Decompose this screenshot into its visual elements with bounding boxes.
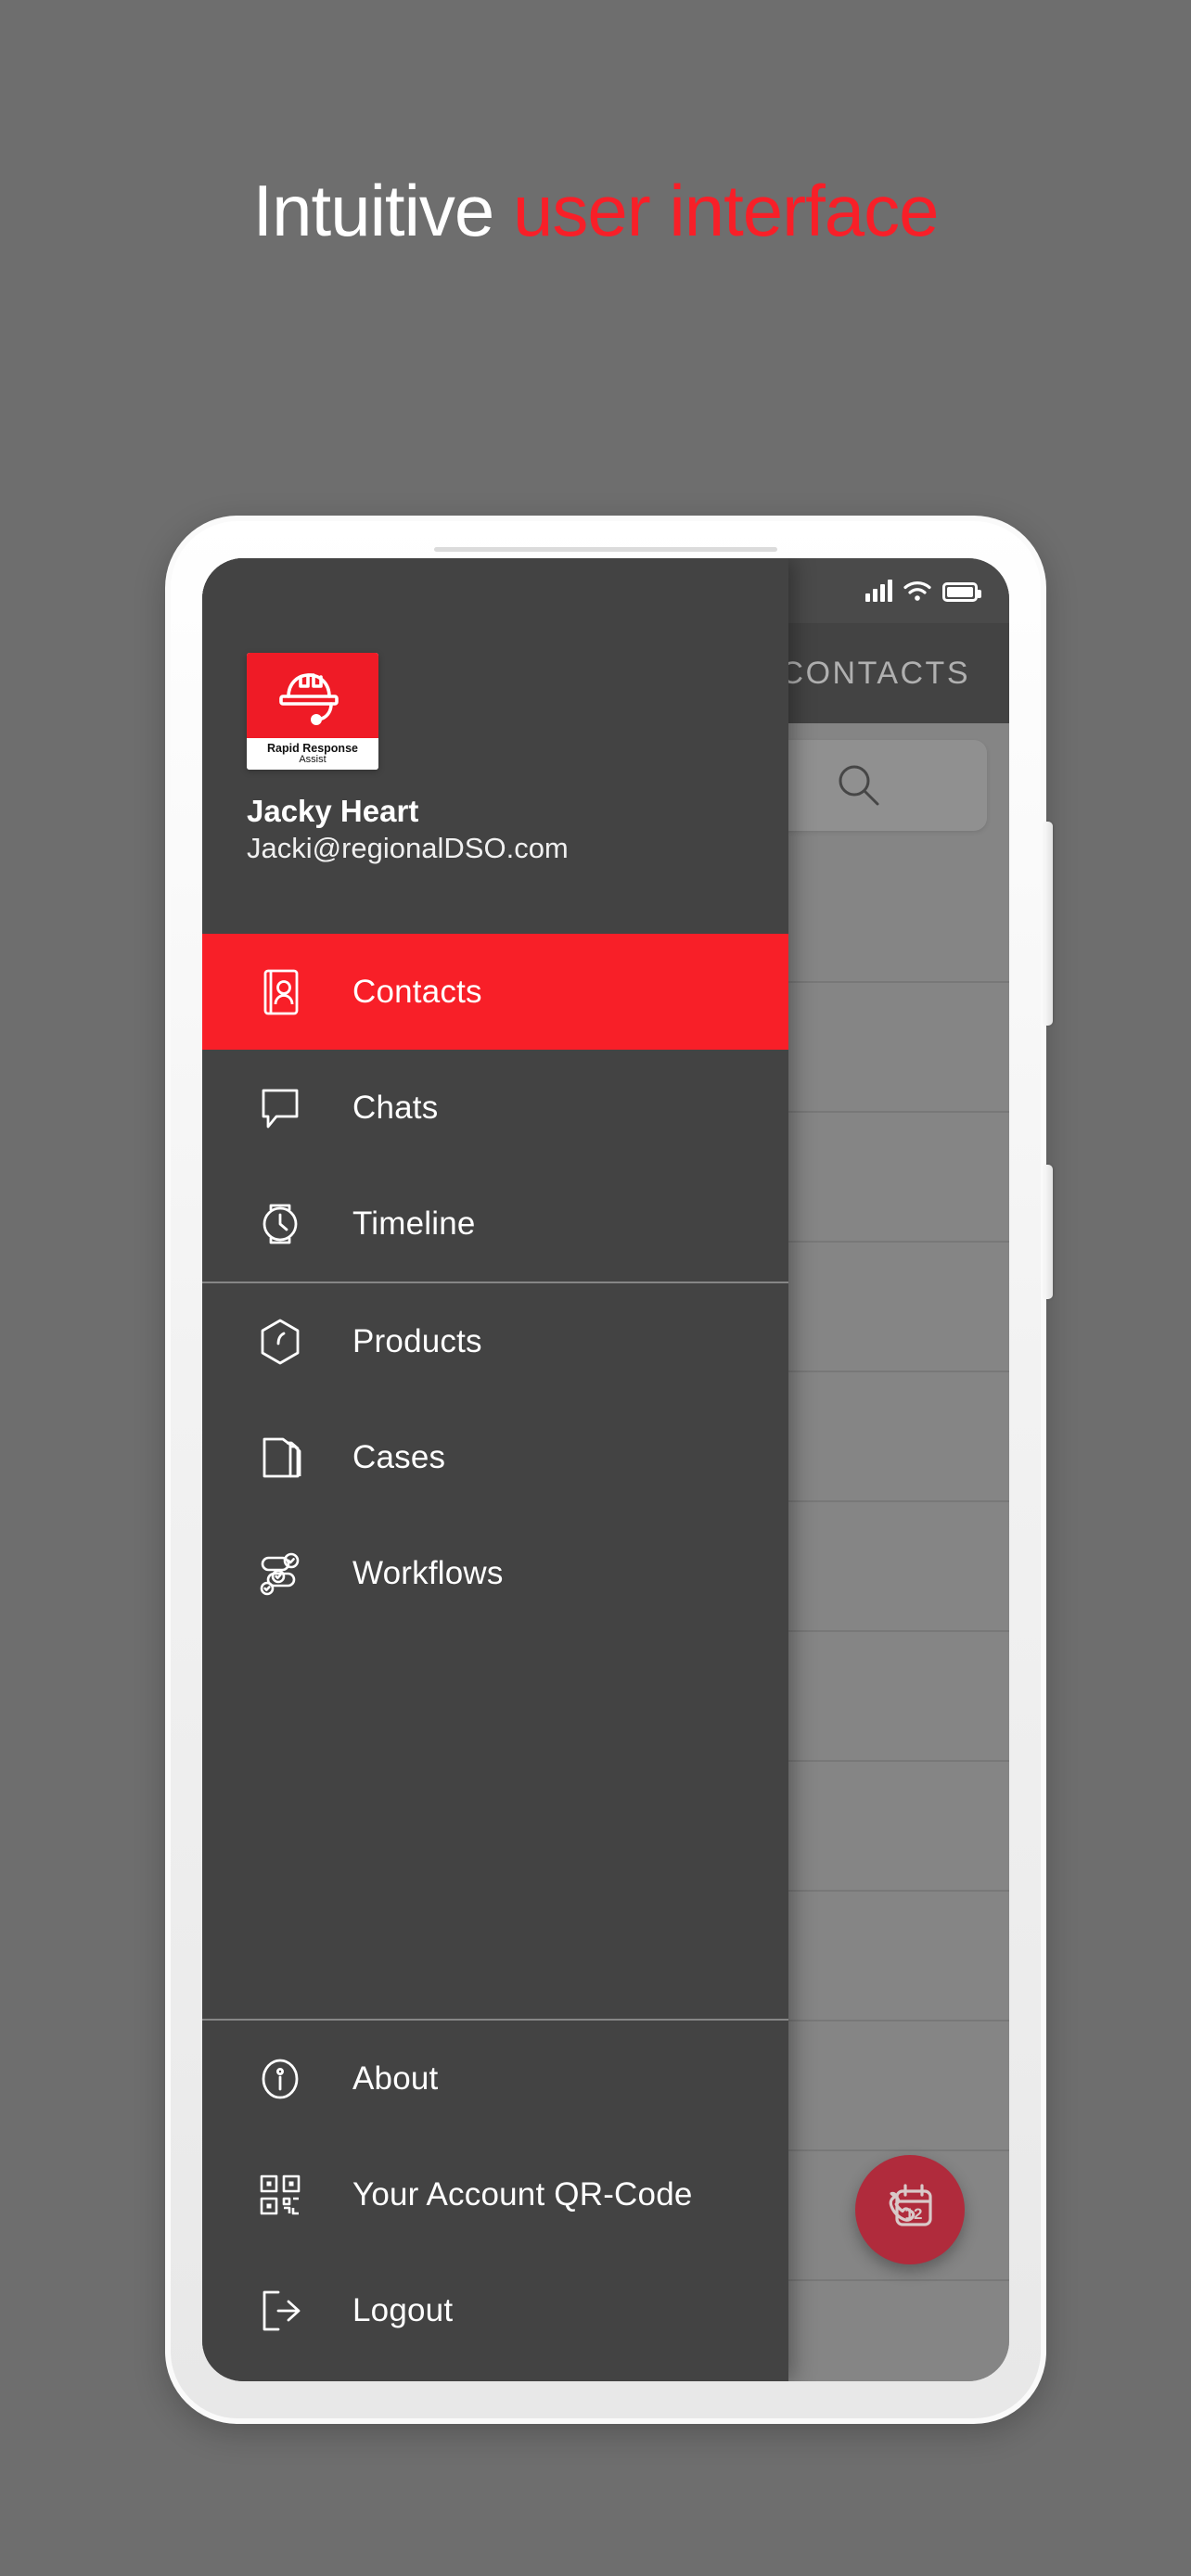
sidebar-item-timeline[interactable]: Timeline	[202, 1166, 788, 1282]
earpiece-speaker	[434, 547, 777, 552]
sidebar-item-contacts[interactable]: Contacts	[202, 934, 788, 1050]
signal-bars-icon	[865, 580, 892, 602]
sidebar-item-label: About	[352, 2060, 439, 2097]
power-button[interactable]	[1044, 1165, 1053, 1299]
info-circle-icon	[250, 2049, 310, 2109]
schedule-call-fab[interactable]: 12	[855, 2155, 965, 2264]
hardhat-headset-icon	[247, 653, 378, 738]
documents-stack-icon	[250, 1428, 310, 1487]
watch-clock-icon	[250, 1194, 310, 1254]
address-book-icon	[250, 963, 310, 1022]
app-logo: Rapid Response Assist	[247, 653, 378, 770]
sidebar-item-chats[interactable]: Chats	[202, 1050, 788, 1166]
phone-device-frame: CONTACTS 12 Rapid Response Assist Jacky …	[165, 516, 1053, 2424]
sidebar-item-logout[interactable]: Logout	[202, 2252, 788, 2368]
sidebar-item-cases[interactable]: Cases	[202, 1399, 788, 1515]
navigation-drawer: Rapid Response Assist Jacky Heart Jacki@…	[202, 558, 788, 2381]
phone-calendar-icon: 12	[876, 2175, 944, 2244]
sidebar-item-label: Cases	[352, 1438, 446, 1475]
drawer-nav-secondary: Products Cases Workflows	[202, 1283, 788, 1631]
sidebar-item-label: Timeline	[352, 1205, 476, 1242]
sidebar-item-label: Workflows	[352, 1554, 504, 1591]
headline-part-two: user interface	[512, 170, 940, 251]
qr-code-icon	[250, 2165, 310, 2225]
logout-arrow-icon	[250, 2281, 310, 2340]
logo-line-one: Rapid Response	[267, 741, 358, 755]
drawer-spacer	[202, 1631, 788, 2019]
user-email: Jacki@regionalDSO.com	[247, 832, 569, 865]
drawer-header: Rapid Response Assist Jacky Heart Jacki@…	[202, 558, 788, 934]
wifi-icon	[903, 580, 932, 602]
logo-line-two: Assist	[299, 753, 327, 765]
sidebar-item-products[interactable]: Products	[202, 1283, 788, 1399]
phone-screen: CONTACTS 12 Rapid Response Assist Jacky …	[202, 558, 1009, 2381]
battery-icon	[942, 582, 981, 602]
volume-button[interactable]	[1044, 822, 1053, 1026]
app-logo-text: Rapid Response Assist	[247, 738, 378, 770]
status-bar-indicators	[865, 580, 981, 602]
drawer-nav-primary: Contacts Chats Timeline	[202, 934, 788, 1282]
sidebar-item-workflows[interactable]: Workflows	[202, 1515, 788, 1631]
sidebar-item-about[interactable]: About	[202, 2021, 788, 2136]
sidebar-item-label: Your Account QR-Code	[352, 2175, 693, 2213]
chat-bubble-icon	[250, 1078, 310, 1138]
hexagon-icon	[250, 1312, 310, 1371]
sidebar-item-account-qr-code[interactable]: Your Account QR-Code	[202, 2136, 788, 2252]
drawer-nav-footer: About Your Account QR-Code Logout	[202, 2021, 788, 2381]
page-headline: Intuitive user interface	[0, 169, 1191, 253]
user-name: Jacky Heart	[247, 794, 419, 828]
headline-part-one: Intuitive	[252, 170, 513, 251]
fab-day-number: 12	[905, 2205, 923, 2223]
sidebar-item-label: Chats	[352, 1089, 439, 1126]
sidebar-item-label: Products	[352, 1322, 482, 1359]
sidebar-item-label: Contacts	[352, 973, 482, 1010]
sidebar-item-label: Logout	[352, 2291, 454, 2328]
workflow-nodes-icon	[250, 1544, 310, 1603]
user-profile[interactable]: Jacky Heart Jacki@regionalDSO.com	[247, 792, 748, 868]
